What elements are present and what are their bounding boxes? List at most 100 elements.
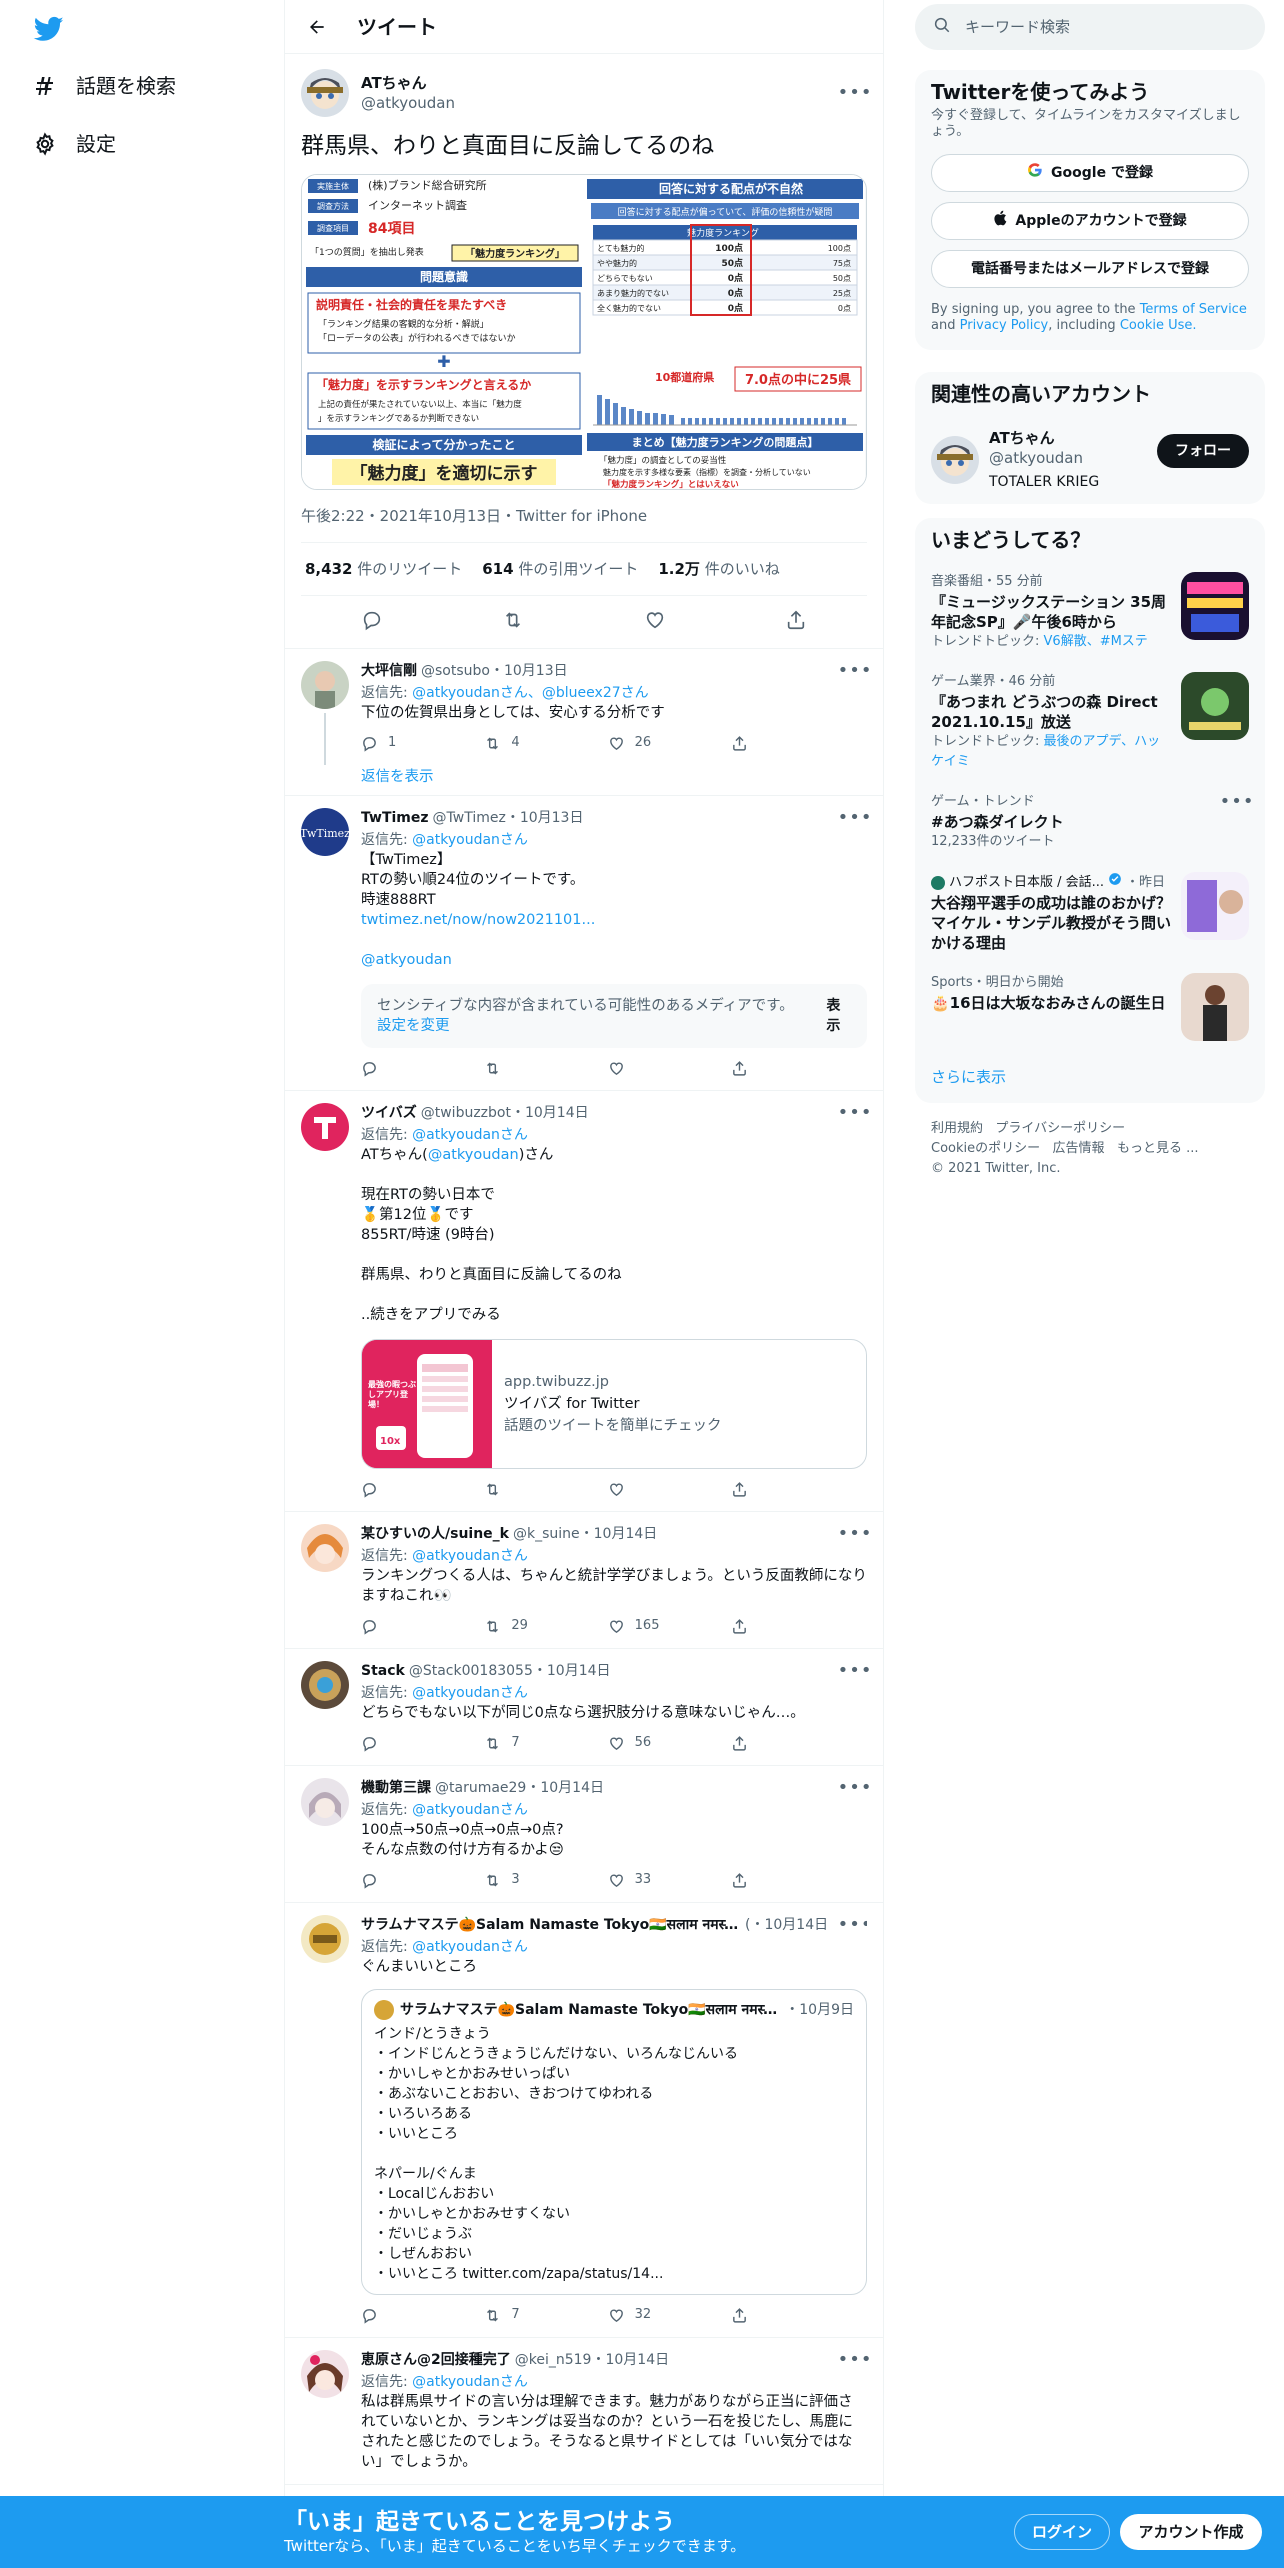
search-input[interactable]: キーワード検索	[965, 17, 1070, 37]
footer-more[interactable]: もっと見る ...	[1117, 1141, 1199, 1156]
retweet-stat[interactable]: 8,432 件のリツイート	[305, 559, 462, 579]
nav-settings[interactable]: 設定	[32, 124, 116, 164]
like-stat[interactable]: 1.2万 件のいいね	[658, 559, 779, 579]
author-name[interactable]: TwTimez	[361, 808, 429, 828]
reply-icon[interactable]	[361, 609, 383, 636]
reply-tweet[interactable]: 大坪信剛 @sotsubo ・ 10月13日 ••• 返信先: @atkyoudanさん…	[285, 649, 883, 796]
mention-link[interactable]: @atkyoudan	[361, 950, 867, 970]
author-name[interactable]: ツイバズ	[361, 1103, 417, 1123]
retweet-button[interactable]	[484, 1481, 544, 1498]
more-icon[interactable]: •••	[838, 661, 872, 681]
author-handle[interactable]: @tarumae29	[435, 1778, 526, 1798]
tweet-date[interactable]: 10月14日	[605, 2350, 669, 2370]
more-icon[interactable]: •••	[838, 808, 872, 828]
avatar[interactable]	[301, 661, 349, 709]
footer-cookie[interactable]: Cookieのポリシー	[931, 1141, 1040, 1156]
avatar[interactable]	[301, 1661, 349, 1709]
retweet-button[interactable]: 29	[484, 1616, 544, 1636]
reply-button[interactable]	[361, 1735, 421, 1752]
reply-tweet[interactable]: TwTimez TwTimez @TwTimez ・ 10月13日 ••• 返信先: @…	[285, 796, 883, 1091]
like-button[interactable]: 32	[608, 2305, 668, 2325]
author-handle[interactable]: @k_suine	[513, 1524, 580, 1544]
show-more-link[interactable]: さらに表示	[915, 1051, 1265, 1103]
author-name[interactable]: ATちゃん	[361, 73, 455, 93]
retweet-button[interactable]: 3	[484, 1870, 544, 1890]
reply-tweet[interactable]: サラムナマステ🎃Salam Namaste Tokyo🇮🇳सलाम नमस्ते…	[285, 1903, 883, 2338]
avatar[interactable]: TwTimez	[301, 808, 349, 856]
tweet-date[interactable]: 10月14日	[540, 1778, 604, 1798]
footer-ads[interactable]: 広告情報	[1053, 1141, 1105, 1156]
more-icon[interactable]: •••	[838, 1915, 867, 1935]
avatar[interactable]	[301, 1524, 349, 1572]
more-icon[interactable]: •••	[838, 83, 872, 103]
share-icon[interactable]	[785, 609, 807, 636]
like-button[interactable]: 26	[608, 733, 668, 753]
like-button[interactable]: 165	[608, 1616, 668, 1636]
avatar[interactable]	[301, 2350, 349, 2398]
trend-item[interactable]: ゲーム・トレンド #あつ森ダイレクト 12,233件のツイート •••	[915, 782, 1265, 862]
footer-terms[interactable]: 利用規約	[931, 1121, 983, 1136]
change-settings-link[interactable]: 設定を変更	[377, 1018, 450, 1034]
author-handle[interactable]: @TwTimez	[433, 808, 506, 828]
tweet-timestamp[interactable]: 午後2:22・2021年10月13日・Twitter for iPhone	[301, 490, 867, 543]
author-handle[interactable]: @twibuzzbot	[421, 1103, 511, 1123]
cookie-link[interactable]: Cookie Use.	[1120, 318, 1197, 333]
author-name[interactable]: 機動第三課	[361, 1778, 431, 1798]
trend-item[interactable]: ゲーム業界・46 分前 『あつまれ どうぶつの森 Direct 2021.10.…	[915, 662, 1265, 782]
back-arrow-icon[interactable]	[299, 9, 335, 45]
author-name[interactable]: 某ひすいの人/suine_k	[361, 1524, 509, 1544]
author-handle[interactable]: @kei_n519	[515, 2350, 592, 2370]
footer-privacy[interactable]: プライバシーポリシー	[995, 1121, 1125, 1136]
terms-link[interactable]: Terms of Service	[1140, 302, 1247, 317]
retweet-button[interactable]	[484, 1060, 544, 1077]
share-button[interactable]	[731, 1618, 791, 1635]
show-replies-link[interactable]: 返信を表示	[361, 767, 867, 787]
like-icon[interactable]	[644, 609, 666, 636]
phone-email-signup-button[interactable]: 電話番号またはメールアドレスで登録	[931, 250, 1249, 288]
tweet-date[interactable]: 10月13日	[504, 661, 568, 681]
avatar[interactable]	[301, 69, 349, 117]
google-signup-button[interactable]: Google で登録	[931, 154, 1249, 192]
author-name[interactable]: Stack	[361, 1661, 405, 1681]
share-button[interactable]	[731, 1872, 791, 1889]
trend-item[interactable]: 音楽番組・55 分前 『ミュージックステーション 35周年記念SP』🎤午後6時か…	[915, 562, 1265, 662]
more-icon[interactable]: •••	[1220, 792, 1254, 812]
tweet-date[interactable]: 10月14日	[525, 1103, 589, 1123]
privacy-link[interactable]: Privacy Policy	[960, 318, 1049, 333]
share-button[interactable]	[731, 2307, 791, 2324]
like-button[interactable]	[608, 1481, 668, 1498]
apple-signup-button[interactable]: Appleのアカウントで登録	[931, 202, 1249, 240]
photo-right[interactable]: 回答に対する配点が不自然 回答に対する配点が偏っていて、評価の信頼性が疑問 魅力度ラ…	[585, 175, 866, 489]
share-button[interactable]	[731, 1060, 791, 1077]
show-media-button[interactable]: 表示	[806, 996, 851, 1036]
related-account[interactable]: ATちゃん @atkyoudan TOTALER KRIEG フォロー	[915, 416, 1265, 504]
link-card[interactable]: 最強の暇つぶしアプリ登場！ 10x app.twibuzz.jp ツイバズ fo…	[361, 1339, 867, 1469]
reply-tweet[interactable]: 機動第三課 @tarumae29 ・ 10月14日 ••• 返信先: @atkyouda…	[285, 1766, 883, 1903]
more-icon[interactable]: •••	[838, 1524, 872, 1544]
nav-explore[interactable]: 話題を検索	[32, 66, 176, 106]
reply-tweet[interactable]: 某ひすいの人/suine_k @k_suine ・ 10月14日 ••• 返信先: @a…	[285, 1512, 883, 1649]
mention-link[interactable]: @atkyoudan	[428, 1147, 519, 1163]
related-name[interactable]: ATちゃん	[989, 428, 1099, 448]
reply-tweet[interactable]: 恵原さん@2回接種完了 @kei_n519 ・ 10月14日 ••• 返信先: @atk…	[285, 2338, 883, 2485]
reply-button[interactable]	[361, 1060, 421, 1077]
share-button[interactable]	[731, 735, 791, 752]
related-handle[interactable]: @atkyoudan	[989, 448, 1099, 468]
search-bar[interactable]: キーワード検索	[915, 4, 1265, 50]
avatar[interactable]	[301, 1778, 349, 1826]
tweet-date[interactable]: 10月13日	[520, 808, 584, 828]
trend-item[interactable]: Sports・明日から開始 🎂16日は大坂なおみさんの誕生日	[915, 963, 1265, 1051]
retweet-icon[interactable]	[502, 609, 524, 636]
follow-button[interactable]: フォロー	[1157, 434, 1249, 468]
tweet-date[interactable]: 10月14日	[547, 1661, 611, 1681]
more-icon[interactable]: •••	[838, 1778, 872, 1798]
tweet-date[interactable]: 10月14日	[594, 1524, 658, 1544]
tweet-date[interactable]: 10月14日	[764, 1915, 828, 1935]
author-name[interactable]: サラムナマステ🎃Salam Namaste Tokyo🇮🇳सलाम नमस्ते…	[361, 1915, 741, 1935]
avatar[interactable]	[301, 1103, 349, 1151]
reply-button[interactable]	[361, 1618, 421, 1635]
create-account-button[interactable]: アカウント作成	[1120, 2514, 1262, 2550]
more-icon[interactable]: •••	[838, 1661, 872, 1681]
retweet-button[interactable]: 7	[484, 1733, 544, 1753]
twitter-logo-icon[interactable]	[32, 14, 66, 44]
